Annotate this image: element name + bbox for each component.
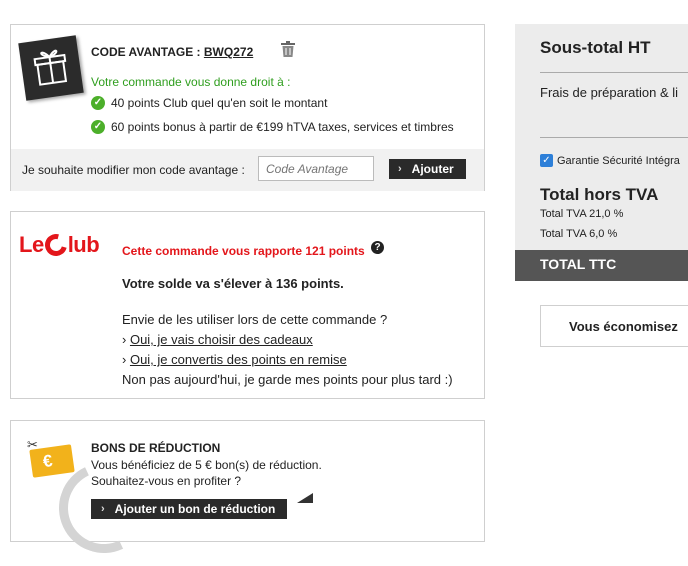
savings-label: Vous économisez [569,319,678,334]
add-voucher-label: Ajouter un bon de réduction [114,502,276,516]
subtotal-label: Sous-total HT [540,38,651,57]
code-avantage-panel: CODE AVANTAGE : BWQ272 Votre commande vo… [10,24,485,191]
benefit-text: 60 points bonus à partir de €199 hTVA ta… [111,120,454,134]
bons-line-2: Souhaitez-vous en profiter ? [91,474,242,488]
code-title-label: CODE AVANTAGE : [91,45,204,59]
bons-line-1: Vous bénéficiez de 5 € bon(s) de réducti… [91,458,322,472]
scissors-icon: ✂ [27,437,38,452]
chevron-right-icon: › [398,163,402,175]
code-value: BWQ272 [203,45,254,59]
logo-text-right: lub [67,232,100,257]
check-icon: ✓ [91,96,105,110]
benefit-text: 40 points Club quel qu'en soit le montan… [111,96,328,110]
divider [540,137,688,138]
logo-text-left: Le [19,232,44,257]
total-ht-label: Total hors TVA [540,185,659,204]
club-option-gifts[interactable]: › Oui, je vais choisir des cadeaux [122,332,313,347]
gift-icon [18,35,84,101]
add-code-label: Ajouter [411,162,454,176]
divider [540,72,688,73]
code-avantage-input[interactable] [258,156,374,181]
chevron-right-icon: › [122,352,130,367]
frais-label: Frais de préparation & li [540,85,679,100]
checkbox-checked-icon[interactable]: ✓ [540,154,553,167]
club-question: Envie de les utiliser lors de cette comm… [122,312,388,327]
code-intro-text: Votre commande vous donne droit à : [91,75,291,89]
code-avantage-title: CODE AVANTAGE : BWQ272 [91,45,253,59]
club-option-link[interactable]: Oui, je convertis des points en remise [130,352,347,367]
tva-6-label: Total TVA 6,0 % [540,228,618,240]
add-voucher-button[interactable]: › Ajouter un bon de réduction [91,499,287,519]
check-icon: ✓ [91,120,105,134]
tva-21-label: Total TVA 21,0 % [540,208,624,220]
trash-icon[interactable] [281,41,295,62]
modify-code-label: Je souhaite modifier mon code avantage : [22,163,245,177]
guarantee-checkbox[interactable]: ✓ Garantie Sécurité Intégra [540,154,680,167]
benefit-item: ✓ 60 points bonus à partir de €199 hTVA … [91,120,454,134]
bons-reduction-panel: € ✂ BONS DE RÉDUCTION Vous bénéficiez de… [10,420,485,566]
help-icon[interactable]: ? [371,241,384,254]
order-summary-panel: Sous-total HT Frais de préparation & li … [515,24,688,281]
club-panel: Le lub Cette commande vous rapporte 121 … [10,211,485,399]
logo-c-ring [40,229,71,261]
modify-code-bar: Je souhaite modifier mon code avantage :… [11,149,484,191]
club-balance: Votre solde va s'élever à 136 points. [122,276,344,291]
club-option-link[interactable]: Oui, je vais choisir des cadeaux [130,332,313,347]
savings-box: Vous économisez [540,305,688,347]
benefit-item: ✓ 40 points Club quel qu'en soit le mont… [91,96,327,110]
chevron-right-icon: › [101,503,105,515]
voucher-symbol: € [41,451,54,472]
club-points-message: Cette commande vous rapporte 121 points [122,244,365,258]
le-club-logo: Le lub [19,229,100,261]
chevron-right-icon: › [122,332,130,347]
add-code-button[interactable]: › Ajouter [389,159,466,179]
club-decline: Non pas aujourd'hui, je garde mes points… [122,372,453,387]
arc-arrow-tip [297,493,313,503]
bons-title: BONS DE RÉDUCTION [91,441,221,455]
total-ttc-bar: TOTAL TTC [515,250,688,281]
club-option-discount[interactable]: › Oui, je convertis des points en remise [122,352,347,367]
guarantee-label: Garantie Sécurité Intégra [557,154,680,167]
